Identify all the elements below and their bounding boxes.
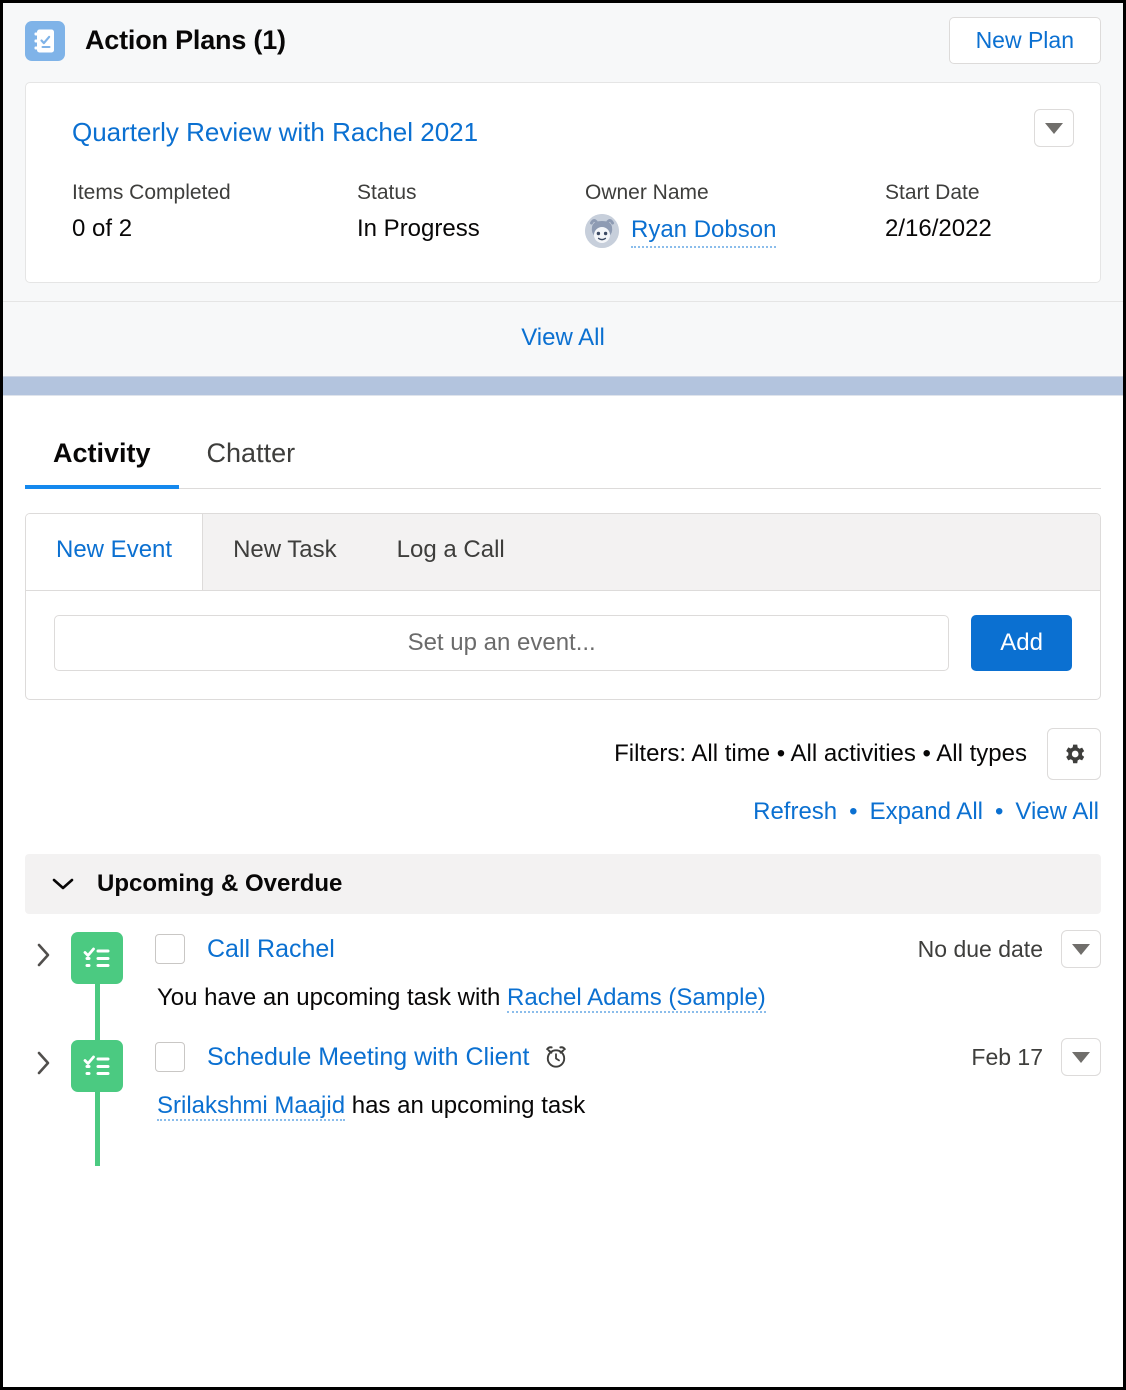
field-label: Items Completed xyxy=(72,181,231,205)
activity-tablist: Activity Chatter xyxy=(25,424,1101,490)
field-status: Status In Progress xyxy=(357,180,585,244)
action-plan-menu-button[interactable] xyxy=(1034,109,1074,148)
task-title-link[interactable]: Schedule Meeting with Client xyxy=(207,1043,529,1072)
task-checkbox[interactable] xyxy=(155,1042,185,1073)
new-plan-button[interactable]: New Plan xyxy=(948,17,1101,65)
gear-icon xyxy=(1066,745,1085,764)
action-plans-screen: Action Plans (1) New Plan Quarterly Revi… xyxy=(0,0,1126,1390)
composer-body: Add xyxy=(26,591,1100,699)
chevron-down-icon xyxy=(1045,122,1063,134)
activity-filters-row: Filters: All time • All activities • All… xyxy=(25,728,1101,781)
activity-timeline: Call Rachel No due date You have an upco… xyxy=(25,930,1101,1167)
action-plan-title-link[interactable]: Quarterly Review with Rachel 2021 xyxy=(72,117,478,148)
field-owner-name: Owner Name Ryan Dobson xyxy=(585,180,885,249)
task-icon xyxy=(71,932,123,985)
subtitle-prefix: You have an upcoming task with xyxy=(157,984,508,1012)
link-separator: • xyxy=(994,798,1004,826)
add-button[interactable]: Add xyxy=(971,615,1072,672)
action-plans-panel: Action Plans (1) New Plan Quarterly Revi… xyxy=(3,3,1123,377)
chevron-down-icon xyxy=(1072,943,1090,955)
field-value: 2/16/2022 xyxy=(885,215,992,243)
action-plans-view-all-bar: View All xyxy=(3,301,1123,377)
tab-new-task[interactable]: New Task xyxy=(203,514,367,590)
expand-all-link[interactable]: Expand All xyxy=(870,798,983,826)
field-start-date: Start Date 2/16/2022 xyxy=(885,180,992,244)
subtitle-suffix: has an upcoming task xyxy=(345,1092,586,1120)
tab-log-a-call[interactable]: Log a Call xyxy=(367,514,535,590)
tab-chatter[interactable]: Chatter xyxy=(179,424,324,489)
activity-panel: Activity Chatter New Event New Task Log … xyxy=(3,424,1123,1167)
action-plans-view-all-link[interactable]: View All xyxy=(521,324,605,351)
view-all-link[interactable]: View All xyxy=(1015,798,1099,826)
user-avatar xyxy=(585,214,619,249)
timeline-item: Call Rachel No due date You have an upco… xyxy=(25,930,1101,1038)
timeline-item-meta: Feb 17 xyxy=(971,1038,1101,1077)
timeline-item-subtitle: Srilakshmi Maajid has an upcoming task xyxy=(157,1092,1101,1122)
task-menu-button[interactable] xyxy=(1061,1038,1101,1077)
timeline-item-subtitle: You have an upcoming task with Rachel Ad… xyxy=(157,984,1101,1014)
chevron-down-icon xyxy=(1072,1051,1090,1063)
action-plans-header: Action Plans (1) New Plan xyxy=(3,3,1123,75)
chevron-down-icon xyxy=(52,879,74,890)
task-due-date: No due date xyxy=(917,935,1043,962)
refresh-link[interactable]: Refresh xyxy=(753,798,837,826)
timeline-item-main: Schedule Meeting with Client Feb 17 xyxy=(155,1038,1101,1077)
action-plan-fields: Items Completed 0 of 2 Status In Progres… xyxy=(72,180,1070,249)
expand-row-button[interactable] xyxy=(31,1050,57,1076)
panel-separator-band xyxy=(3,376,1123,397)
chevron-right-icon xyxy=(37,1052,50,1075)
subtitle-contact-link[interactable]: Rachel Adams (Sample) xyxy=(507,984,766,1014)
chevron-right-icon xyxy=(37,944,50,967)
field-label: Owner Name xyxy=(585,181,709,205)
timeline-item-main: Call Rachel No due date xyxy=(155,930,1101,969)
task-title-link[interactable]: Call Rachel xyxy=(207,935,335,964)
field-label: Status xyxy=(357,181,417,205)
page-title: Action Plans (1) xyxy=(85,25,286,56)
link-separator: • xyxy=(849,798,858,826)
task-menu-button[interactable] xyxy=(1061,930,1101,969)
composer-tablist: New Event New Task Log a Call xyxy=(26,514,1100,592)
field-value-owner: Ryan Dobson xyxy=(585,214,885,249)
task-checkbox[interactable] xyxy=(155,934,185,965)
owner-name-link[interactable]: Ryan Dobson xyxy=(631,215,777,248)
section-upcoming-overdue[interactable]: Upcoming & Overdue xyxy=(25,854,1101,915)
field-value: 0 of 2 xyxy=(72,215,133,243)
tab-activity[interactable]: Activity xyxy=(25,424,179,490)
timeline-item: Schedule Meeting with Client Feb 17 Sril… xyxy=(25,1038,1101,1146)
subtitle-contact-link[interactable]: Srilakshmi Maajid xyxy=(157,1092,346,1122)
activity-composer: New Event New Task Log a Call Add xyxy=(25,513,1101,701)
filters-summary: Filters: All time • All activities • All… xyxy=(614,740,1027,768)
filters-settings-button[interactable] xyxy=(1047,728,1101,781)
alarm-clock-icon xyxy=(543,1044,569,1070)
field-value: In Progress xyxy=(357,215,480,243)
action-plan-icon xyxy=(25,20,65,61)
task-due-date: Feb 17 xyxy=(971,1043,1043,1070)
timeline-item-meta: No due date xyxy=(917,930,1101,969)
action-plan-card: Quarterly Review with Rachel 2021 Items … xyxy=(25,82,1101,284)
activity-links-row: Refresh • Expand All • View All xyxy=(25,798,1101,826)
task-icon xyxy=(71,1040,123,1093)
field-label: Start Date xyxy=(885,181,980,205)
tab-new-event[interactable]: New Event xyxy=(26,514,204,591)
field-items-completed: Items Completed 0 of 2 xyxy=(72,180,357,244)
event-input[interactable] xyxy=(54,615,950,672)
section-title: Upcoming & Overdue xyxy=(97,870,343,898)
expand-row-button[interactable] xyxy=(31,942,57,968)
